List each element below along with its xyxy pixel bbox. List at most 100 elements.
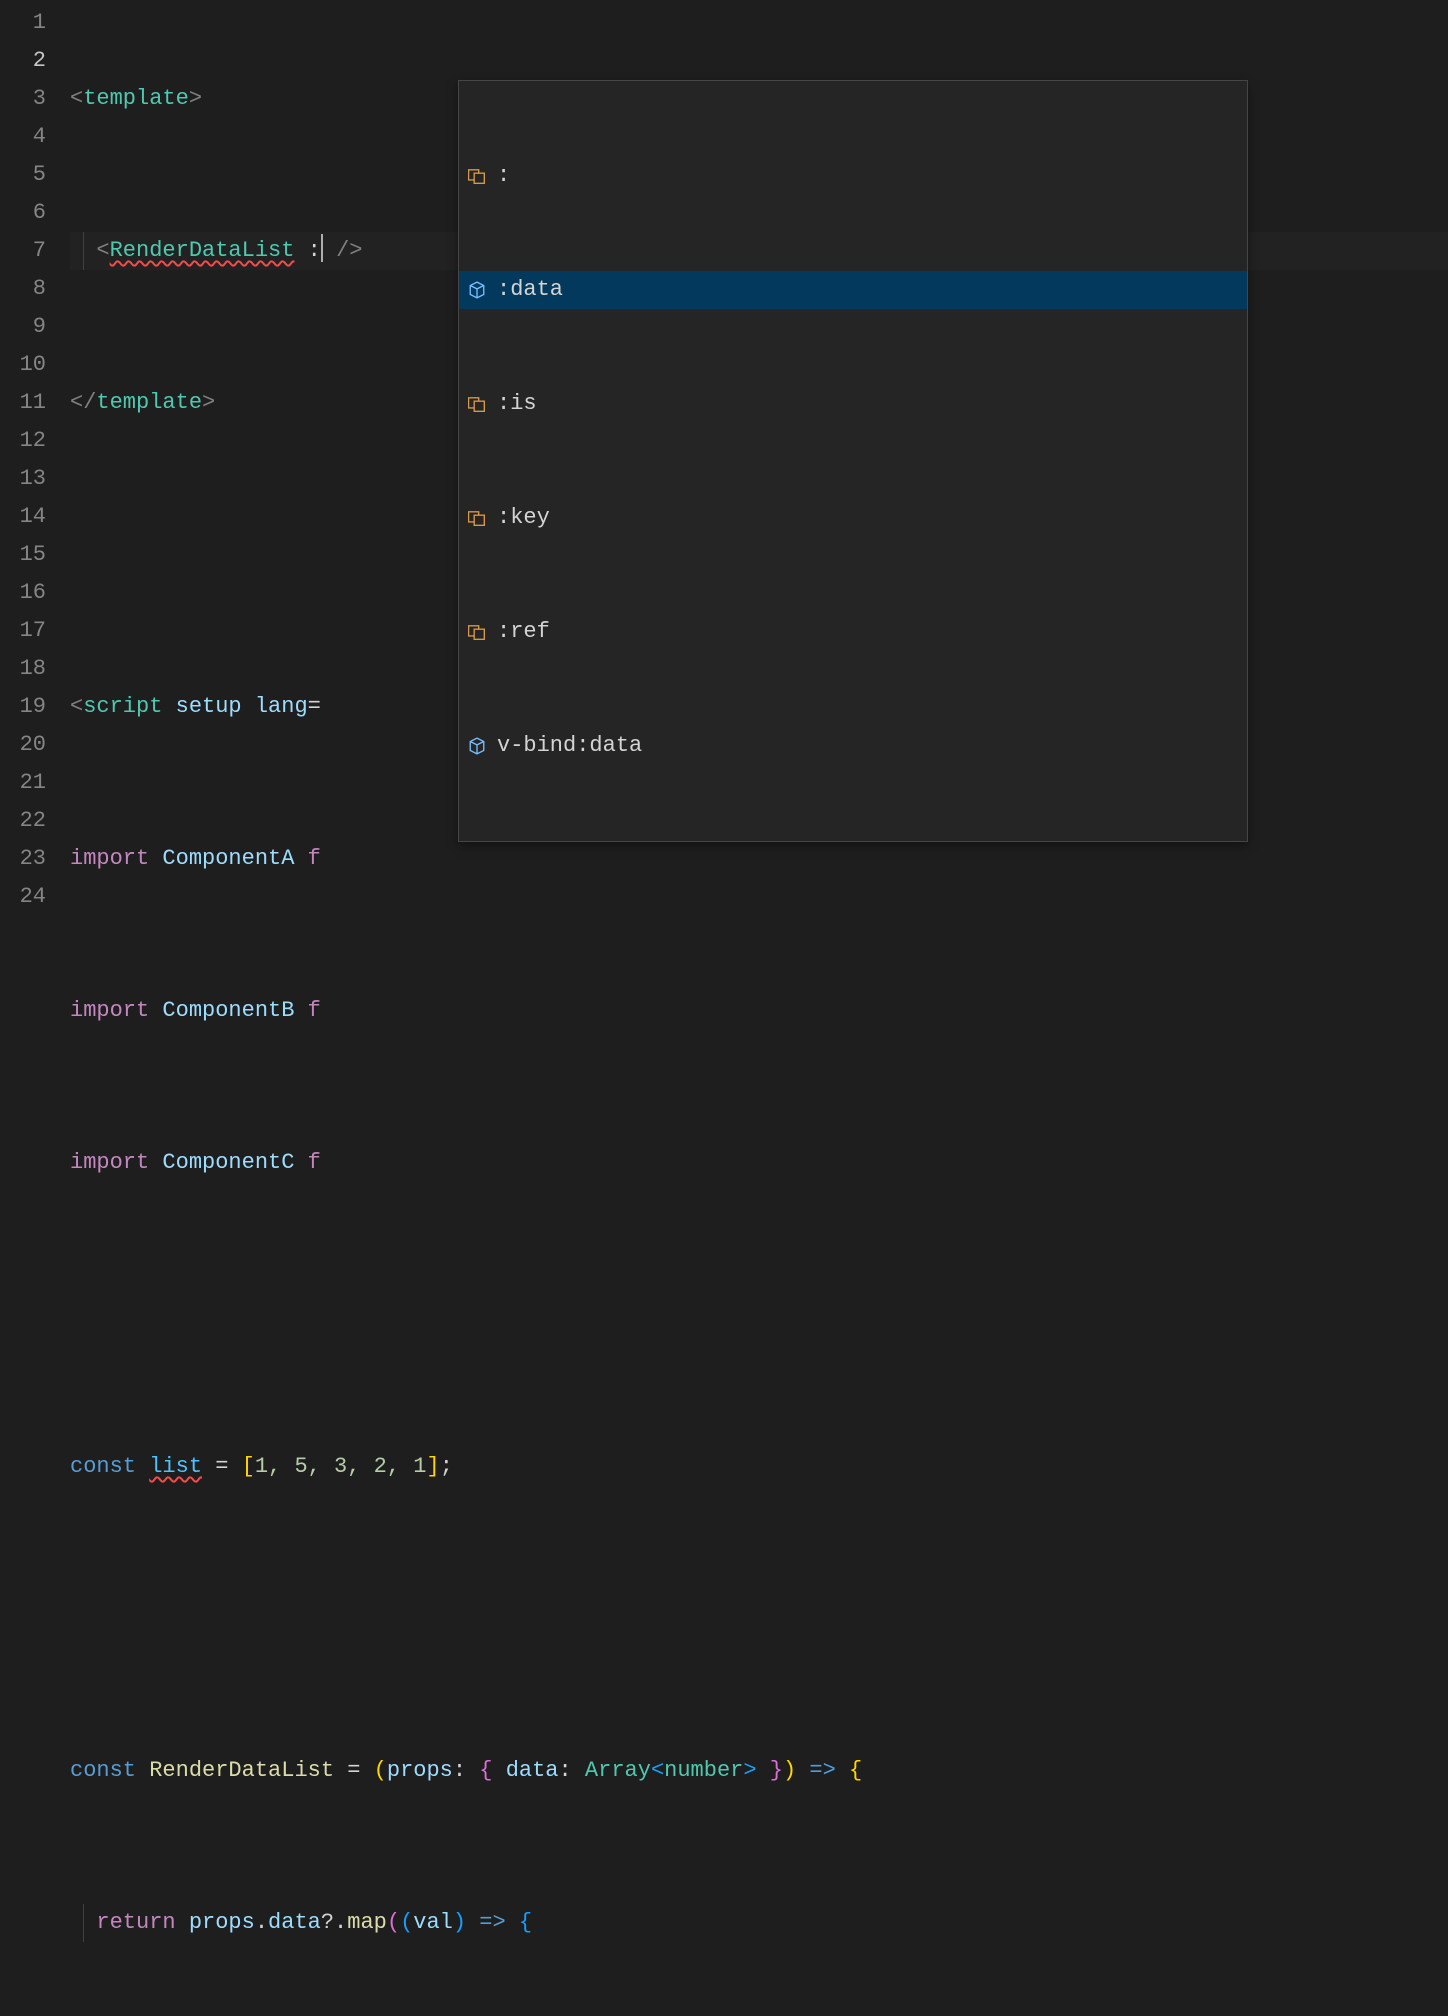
code-line[interactable] — [70, 1600, 1448, 1638]
code-line[interactable] — [70, 1296, 1448, 1334]
text-cursor — [321, 234, 323, 262]
line-number: 19 — [0, 688, 46, 726]
param: props — [387, 1758, 453, 1783]
angle: > — [743, 1758, 756, 1783]
bracket: ] — [426, 1454, 439, 1479]
code-line[interactable]: const list = [1, 5, 3, 2, 1]; — [70, 1448, 1448, 1486]
code-line[interactable]: const RenderDataList = (props: { data: A… — [70, 1752, 1448, 1790]
attr-name: lang — [255, 694, 308, 719]
enum-member-icon — [465, 164, 489, 188]
object: props — [189, 1910, 255, 1935]
tag-name: script — [83, 694, 162, 719]
line-number: 5 — [0, 156, 46, 194]
line-number-gutter: 1 2 3 4 5 6 7 8 9 10 11 12 13 14 15 16 1… — [0, 0, 70, 1008]
line-number: 21 — [0, 764, 46, 802]
line-number: 4 — [0, 118, 46, 156]
field-icon — [465, 278, 489, 302]
line-number: 18 — [0, 650, 46, 688]
keyword: const — [70, 1758, 136, 1783]
prop-name: data — [506, 1758, 559, 1783]
line-number: 23 — [0, 840, 46, 878]
semicolon: ; — [440, 1454, 453, 1479]
line-number: 6 — [0, 194, 46, 232]
paren: ( — [374, 1758, 387, 1783]
suggestion-label: v-bind:data — [497, 727, 642, 765]
keyword: f — [308, 998, 321, 1023]
prop: data — [268, 1910, 321, 1935]
suggestion-item[interactable]: :data — [459, 271, 1247, 309]
line-number: 3 — [0, 80, 46, 118]
paren: ( — [400, 1910, 413, 1935]
code-line[interactable]: import ComponentA f — [70, 840, 1448, 878]
suggestion-widget[interactable]: : :data :is :key :ref v-bind:data — [458, 80, 1248, 842]
line-number: 17 — [0, 612, 46, 650]
bracket: [ — [242, 1454, 255, 1479]
code-content[interactable]: <template> <RenderDataList : /> </templa… — [70, 0, 1448, 1008]
import-name: ComponentC — [162, 1150, 294, 1175]
func-name: RenderDataList — [149, 1758, 334, 1783]
arrow: => — [796, 1758, 849, 1783]
keyword: return — [96, 1910, 175, 1935]
line-number: 7 — [0, 232, 46, 270]
field-icon — [465, 734, 489, 758]
suggestion-item[interactable]: :key — [459, 499, 1247, 537]
suggestion-label: :is — [497, 385, 537, 423]
type-name: Array — [585, 1758, 651, 1783]
line-number: 13 — [0, 460, 46, 498]
suggestion-item[interactable]: :ref — [459, 613, 1247, 651]
arrow: => — [466, 1910, 519, 1935]
typed-attr: : — [308, 238, 321, 263]
enum-member-icon — [465, 506, 489, 530]
suggestion-label: : — [497, 157, 510, 195]
paren: ) — [453, 1910, 466, 1935]
paren: ( — [387, 1910, 400, 1935]
line-number: 9 — [0, 308, 46, 346]
colon: : — [453, 1758, 479, 1783]
equals: = — [202, 1454, 242, 1479]
equals: = — [308, 694, 321, 719]
brace: } — [757, 1758, 783, 1783]
param: val — [413, 1910, 453, 1935]
keyword: import — [70, 1150, 149, 1175]
type-name: number — [664, 1758, 743, 1783]
brace: { — [519, 1910, 532, 1935]
keyword: import — [70, 846, 149, 871]
line-number: 22 — [0, 802, 46, 840]
import-name: ComponentB — [162, 998, 294, 1023]
code-line[interactable]: import ComponentC f — [70, 1144, 1448, 1182]
method: map — [347, 1910, 387, 1935]
line-number: 10 — [0, 346, 46, 384]
tag-name: template — [83, 86, 189, 111]
optional-chain: ?. — [321, 1910, 347, 1935]
paren: ) — [783, 1758, 796, 1783]
suggestion-item[interactable]: : — [459, 157, 1247, 195]
keyword: import — [70, 998, 149, 1023]
suggestion-item[interactable]: :is — [459, 385, 1247, 423]
angle: < — [651, 1758, 664, 1783]
line-number: 8 — [0, 270, 46, 308]
tag-name: template — [96, 390, 202, 415]
import-name: ComponentA — [162, 846, 294, 871]
enum-member-icon — [465, 620, 489, 644]
line-number: 24 — [0, 878, 46, 916]
line-number: 20 — [0, 726, 46, 764]
code-editor[interactable]: 1 2 3 4 5 6 7 8 9 10 11 12 13 14 15 16 1… — [0, 0, 1448, 1008]
line-number: 11 — [0, 384, 46, 422]
self-close: /> — [336, 238, 362, 263]
array-values: 1, 5, 3, 2, 1 — [255, 1454, 427, 1479]
keyword: const — [70, 1454, 136, 1479]
var-name: list — [149, 1454, 202, 1479]
code-line[interactable]: return props.data?.map((val) => { — [70, 1904, 1448, 1942]
component-name: RenderDataList — [110, 238, 295, 263]
code-line[interactable]: import ComponentB f — [70, 992, 1448, 1030]
attr-name: setup — [176, 694, 242, 719]
line-number: 1 — [0, 4, 46, 42]
line-number: 12 — [0, 422, 46, 460]
dot: . — [255, 1910, 268, 1935]
brace: { — [849, 1758, 862, 1783]
line-number: 2 — [0, 42, 46, 80]
line-number: 16 — [0, 574, 46, 612]
suggestion-item[interactable]: v-bind:data — [459, 727, 1247, 765]
keyword: f — [308, 846, 321, 871]
line-number: 14 — [0, 498, 46, 536]
